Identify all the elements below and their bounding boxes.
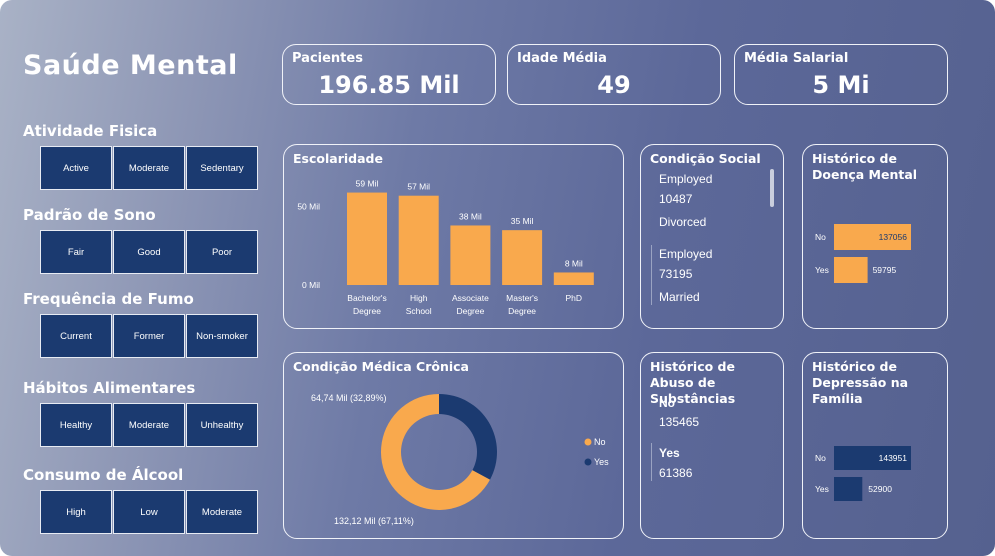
escolaridade-chart: 0 Mil 50 Mil 59 Mil Bachelor's Degree 57 Mil H…: [297, 179, 594, 316]
list-item: Yes: [659, 446, 680, 460]
legend-marker: [584, 458, 592, 466]
bar: [347, 192, 387, 285]
y-tick-label: No: [815, 232, 826, 242]
bar: [834, 477, 863, 501]
list-divider: [651, 245, 652, 305]
kpi-label: Pacientes: [292, 51, 363, 66]
data-label: 64,74 Mil (32,89%): [311, 393, 387, 403]
filter-label-sono: Padrão de Sono: [23, 206, 156, 224]
condicao-cronica-chart: 64,74 Mil (32,89%) 132,12 Mil (67,11%) No Y…: [311, 393, 609, 526]
data-label: 59795: [873, 265, 897, 275]
filter-option-button[interactable]: Poor: [186, 230, 258, 274]
depressao-card: Histórico de Depressão na Família No 1439…: [802, 352, 948, 539]
data-label: 8 Mil: [565, 258, 583, 268]
filter-atividade: Active Moderate Sedentary: [40, 146, 258, 190]
x-tick-label: School: [406, 306, 432, 316]
data-label: 132,12 Mil (67,11%): [334, 516, 414, 526]
filter-label-alcool: Consumo de Álcool: [23, 466, 184, 484]
filter-option-button[interactable]: Current: [40, 314, 112, 358]
data-label: 57 Mil: [407, 182, 430, 192]
filter-option-button[interactable]: Moderate: [113, 403, 185, 447]
filter-sono: Fair Good Poor: [40, 230, 258, 274]
data-label: 143951: [879, 453, 908, 463]
filter-option-button[interactable]: Sedentary: [186, 146, 258, 190]
bar: [398, 195, 439, 285]
filter-label-atividade: Atividade Fisica: [23, 122, 158, 140]
list-item: Married: [659, 290, 700, 304]
list-item: Divorced: [659, 215, 707, 229]
x-tick-label: Degree: [353, 306, 381, 316]
doenca-mental-chart: No 137056 Yes 59795: [815, 224, 911, 283]
filter-alimentares: Healthy Moderate Unhealthy: [40, 403, 258, 447]
list-item: 135465: [659, 415, 700, 429]
filter-label-fumo: Frequência de Fumo: [23, 290, 194, 308]
page-title: Saúde Mental: [23, 50, 238, 81]
abuso-card: Histórico de Abuso de Substâncias No 135…: [640, 352, 784, 539]
list-item: 10487: [659, 192, 693, 206]
doenca-mental-card: Histórico de Doença Mental No 137056 Yes 59…: [802, 144, 948, 329]
filter-option-button[interactable]: High: [40, 490, 112, 534]
x-tick-label: PhD: [566, 293, 583, 303]
filter-option-button[interactable]: Active: [40, 146, 112, 190]
bar: [553, 272, 594, 285]
filter-option-button[interactable]: Non-smoker: [186, 314, 258, 358]
filter-option-button[interactable]: Former: [113, 314, 185, 358]
bar: [450, 225, 491, 285]
list-item: Employed: [659, 247, 713, 261]
condicao-social-card: Condição Social Employed 10487 Divorced …: [640, 144, 784, 329]
data-label: 38 Mil: [459, 211, 482, 221]
filter-option-button[interactable]: Good: [113, 230, 185, 274]
filter-alcool: High Low Moderate: [40, 490, 258, 534]
kpi-value: 49: [597, 71, 631, 99]
filter-fumo: Current Former Non-smoker: [40, 314, 258, 358]
list-item: No: [659, 396, 675, 410]
kpi-label: Média Salarial: [744, 51, 849, 66]
data-label: 59 Mil: [356, 179, 379, 189]
legend-label: No: [594, 437, 606, 447]
y-tick-label: Yes: [815, 265, 829, 275]
card-title: Condição Social: [650, 151, 761, 166]
filter-option-button[interactable]: Moderate: [186, 490, 258, 534]
scrollbar-thumb[interactable]: [770, 169, 774, 207]
data-label: 52900: [868, 484, 892, 494]
list-item: 61386: [659, 466, 693, 480]
donut-slice: [439, 394, 497, 480]
dashboard: Saúde Mental Atividade Fisica Active Mod…: [0, 0, 995, 556]
filter-option-button[interactable]: Moderate: [113, 146, 185, 190]
y-tick-label: 50 Mil: [297, 202, 320, 212]
y-tick-label: Yes: [815, 484, 829, 494]
x-tick-label: Associate: [452, 293, 489, 303]
kpi-card-salario: Média Salarial 5 Mi: [734, 44, 948, 105]
kpi-value: 196.85 Mil: [318, 71, 460, 99]
filter-option-button[interactable]: Unhealthy: [186, 403, 258, 447]
filter-label-alimentares: Hábitos Alimentares: [23, 379, 196, 397]
data-label: 35 Mil: [511, 216, 534, 226]
kpi-label: Idade Média: [517, 51, 607, 66]
escolaridade-card: Escolaridade 0 Mil 50 Mil 59 Mil Bachelor's…: [283, 144, 624, 329]
x-tick-label: Master's: [506, 293, 538, 303]
legend-marker: [584, 438, 592, 446]
x-tick-label: Degree: [508, 306, 536, 316]
y-tick-label: No: [815, 453, 826, 463]
filter-option-button[interactable]: Low: [113, 490, 185, 534]
x-tick-label: High: [410, 293, 428, 303]
filter-option-button[interactable]: Healthy: [40, 403, 112, 447]
kpi-card-pacientes: Pacientes 196.85 Mil: [282, 44, 496, 105]
y-tick-label: 0 Mil: [302, 280, 320, 290]
bar: [502, 230, 543, 285]
data-label: 137056: [879, 232, 908, 242]
x-tick-label: Degree: [456, 306, 484, 316]
kpi-card-idade: Idade Média 49: [507, 44, 721, 105]
depressao-chart: No 143951 Yes 52900: [815, 446, 911, 501]
x-tick-label: Bachelor's: [347, 293, 386, 303]
list-divider: [651, 443, 652, 481]
kpi-value: 5 Mi: [812, 71, 870, 99]
filter-option-button[interactable]: Fair: [40, 230, 112, 274]
bar: [834, 257, 868, 283]
condicao-cronica-card: Condição Médica Crônica 64,74 Mil (32,89…: [283, 352, 624, 539]
list-item: Employed: [659, 172, 713, 186]
list-item: 73195: [659, 267, 693, 281]
legend-label: Yes: [594, 457, 609, 467]
